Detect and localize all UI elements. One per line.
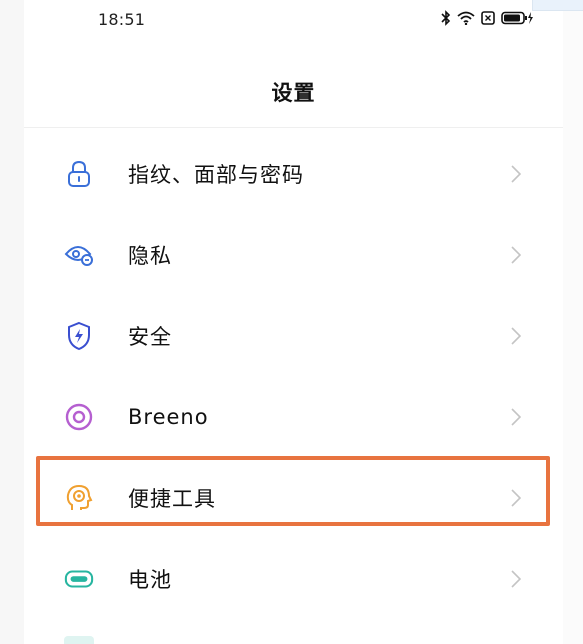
lock-icon xyxy=(64,159,94,189)
battery-charging-icon xyxy=(501,11,533,25)
settings-item-label: 电池 xyxy=(128,567,172,592)
header-divider xyxy=(24,127,563,128)
chevron-right-icon xyxy=(509,407,523,427)
settings-item-convenience-tools[interactable]: 便捷工具 xyxy=(24,457,563,538)
settings-screen: 18:51 设置 指纹、面部与密码 隐私 安全 Breeno 便捷工具 电池 xyxy=(0,0,583,644)
chevron-right-icon xyxy=(509,569,523,589)
breeno-ring-icon xyxy=(64,402,94,432)
shield-bolt-icon xyxy=(64,321,94,351)
settings-item-breeno[interactable]: Breeno xyxy=(24,376,563,457)
settings-item-battery[interactable]: 电池 xyxy=(24,538,563,619)
settings-item-label: 便捷工具 xyxy=(128,486,216,511)
bluetooth-icon xyxy=(441,10,451,26)
settings-item-label: 隐私 xyxy=(128,243,172,268)
settings-item-label: Breeno xyxy=(128,404,209,429)
settings-list: 指纹、面部与密码 隐私 安全 Breeno 便捷工具 电池 xyxy=(24,133,563,619)
privacy-eye-icon xyxy=(64,240,94,270)
chevron-right-icon xyxy=(509,488,523,508)
chevron-right-icon xyxy=(509,245,523,265)
head-gear-icon xyxy=(64,483,94,513)
settings-item-fingerprint-face-password[interactable]: 指纹、面部与密码 xyxy=(24,133,563,214)
page-header: 设置 xyxy=(24,60,563,124)
battery-icon xyxy=(64,564,94,594)
settings-item-privacy[interactable]: 隐私 xyxy=(24,214,563,295)
next-item-icon xyxy=(64,636,94,644)
settings-item-label: 安全 xyxy=(128,324,172,349)
status-icons xyxy=(441,10,533,26)
settings-item-security[interactable]: 安全 xyxy=(24,295,563,376)
chevron-right-icon xyxy=(509,164,523,184)
chevron-right-icon xyxy=(509,326,523,346)
sim-off-icon xyxy=(481,11,495,25)
settings-item-label: 指纹、面部与密码 xyxy=(128,162,304,187)
page-title: 设置 xyxy=(271,81,316,105)
left-margin xyxy=(0,0,24,644)
right-margin xyxy=(563,0,583,644)
status-time: 18:51 xyxy=(98,10,146,29)
status-bar: 18:51 xyxy=(24,0,563,40)
wifi-icon xyxy=(457,11,475,25)
